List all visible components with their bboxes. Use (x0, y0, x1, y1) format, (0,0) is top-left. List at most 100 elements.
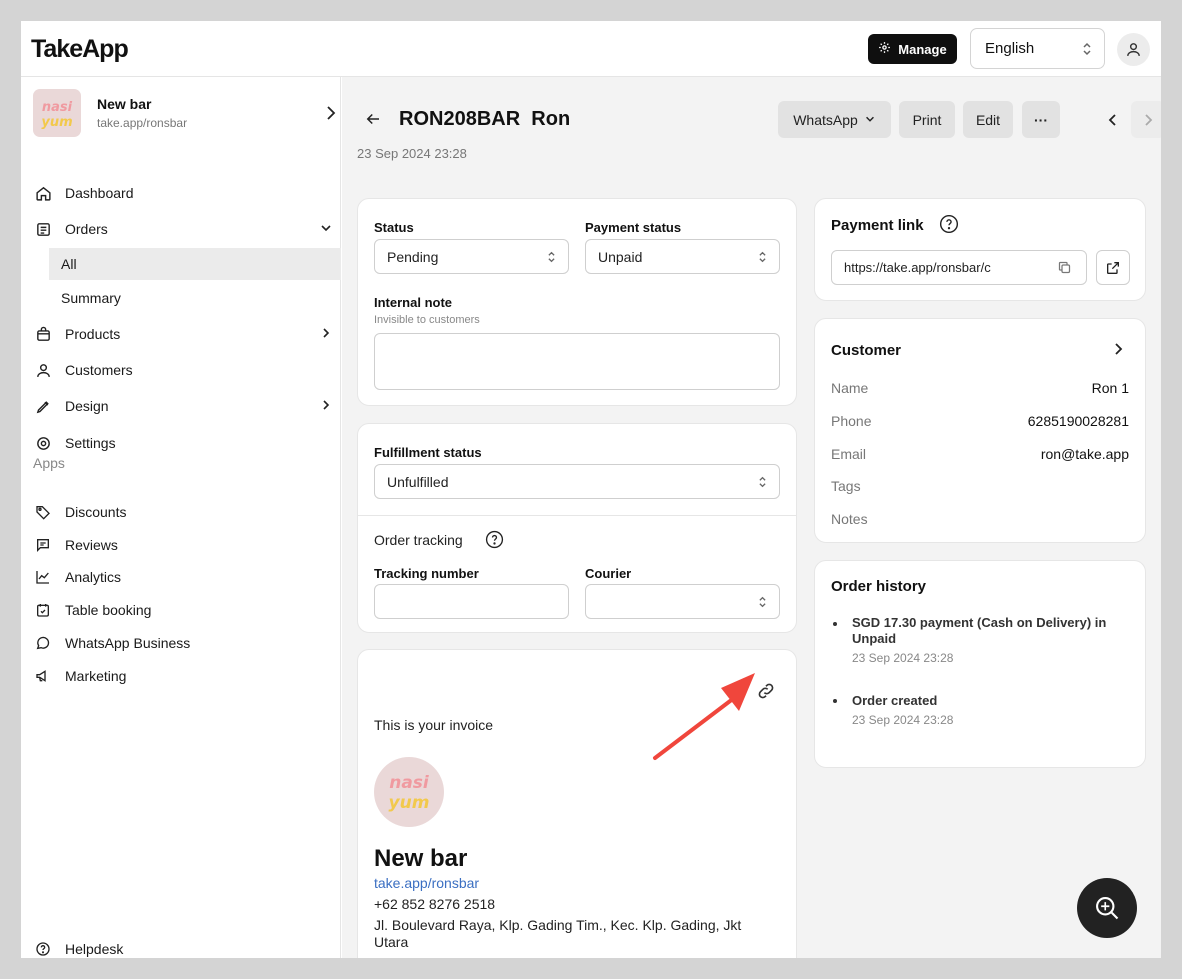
invoice-address: Jl. Boulevard Raya, Klp. Gading Tim., Ke… (374, 917, 742, 950)
sidebar-item-label: Table booking (65, 602, 152, 618)
fulfillment-status-select[interactable]: Unfulfilled (374, 464, 780, 499)
sidebar-item-settings[interactable]: Settings (33, 428, 333, 458)
calendar-icon (33, 600, 53, 620)
chevron-down-icon (864, 112, 876, 128)
sidebar-item-label: Dashboard (65, 185, 134, 201)
payment-status-select[interactable]: Unpaid (585, 239, 780, 274)
fulfillment-card: Fulfillment status Unfulfilled Order tra… (357, 423, 797, 633)
fulfillment-status-label: Fulfillment status (374, 445, 482, 460)
sidebar-item-orders[interactable]: Orders (33, 214, 333, 244)
language-value: English (985, 40, 1035, 57)
chevron-right-icon (1145, 113, 1153, 126)
main-content: RON208BAR Ron 23 Sep 2024 23:28 WhatsApp… (342, 77, 1161, 958)
print-button[interactable]: Print (899, 101, 955, 138)
edit-button[interactable]: Edit (963, 101, 1013, 138)
customer-email-label: Email (831, 446, 867, 462)
manage-button[interactable]: Manage (868, 34, 957, 64)
status-card: Status Pending Payment status Unpaid Int… (357, 198, 797, 406)
sidebar-item-products[interactable]: Products (33, 319, 333, 349)
language-select[interactable]: English (970, 28, 1105, 69)
internal-note-textarea[interactable] (374, 333, 780, 390)
sidebar-item-analytics[interactable]: Analytics (33, 562, 333, 592)
sidebar-item-customers[interactable]: Customers (33, 355, 333, 385)
sidebar-item-dashboard[interactable]: Dashboard (33, 178, 333, 208)
next-order-button[interactable] (1131, 101, 1161, 138)
customer-name-value: Ron 1 (1091, 380, 1129, 396)
help-icon (33, 939, 53, 958)
chevron-down-icon (319, 221, 333, 238)
copy-icon[interactable] (1057, 260, 1072, 278)
invoice-card: This is your invoice nasi yum New bar ta… (357, 649, 797, 958)
sidebar-item-label: Settings (65, 435, 116, 451)
print-label: Print (912, 111, 942, 128)
home-icon (33, 183, 53, 203)
manage-label: Manage (898, 41, 947, 57)
whatsapp-button[interactable]: WhatsApp (778, 101, 891, 138)
sidebar-subitem-label: All (61, 256, 77, 272)
status-select[interactable]: Pending (374, 239, 569, 274)
tracking-number-label: Tracking number (374, 566, 479, 581)
updown-chevron-icon (758, 595, 767, 612)
courier-select[interactable] (585, 584, 780, 619)
sparkle-search-icon (1096, 897, 1119, 920)
sidebar-item-label: Reviews (65, 537, 118, 553)
previous-order-button[interactable] (1096, 101, 1130, 138)
megaphone-icon (33, 666, 53, 686)
history-entry-date: 23 Sep 2024 23:28 (852, 651, 954, 665)
sidebar-item-table-booking[interactable]: Table booking (33, 595, 333, 625)
customer-title: Customer (831, 342, 902, 359)
chart-icon (33, 567, 53, 587)
open-link-button[interactable] (1096, 250, 1130, 285)
customer-notes-label: Notes (831, 511, 868, 527)
sidebar-item-label: Discounts (65, 504, 127, 520)
payment-status-label: Payment status (585, 220, 682, 235)
sidebar-item-marketing[interactable]: Marketing (33, 661, 333, 691)
order-history-title: Order history (831, 578, 927, 595)
sidebar-item-label: WhatsApp Business (65, 635, 191, 651)
back-arrow-icon[interactable] (364, 110, 382, 133)
invoice-store-url[interactable]: take.app/ronsbar (374, 875, 479, 891)
chevron-right-icon (325, 105, 337, 126)
app-logo[interactable]: TakeApp (31, 35, 129, 64)
payment-link-card: Payment link https://take.app/ronsbar/c (814, 198, 1146, 301)
store-url: take.app/ronsbar (97, 116, 188, 130)
gear-icon (33, 433, 53, 453)
store-name: New bar (97, 96, 152, 112)
more-options-button[interactable]: ··· (1022, 101, 1060, 138)
updown-chevron-icon (547, 250, 556, 267)
user-icon (1127, 43, 1140, 56)
svg-text:yum: yum (41, 115, 72, 130)
edit-label: Edit (975, 111, 1001, 128)
sidebar-subitem-all[interactable]: All (49, 248, 341, 280)
courier-label: Courier (585, 566, 632, 581)
internal-note-hint: Invisible to customers (374, 314, 480, 326)
chevron-right-icon[interactable] (1113, 342, 1123, 361)
sidebar-item-discounts[interactable]: Discounts (33, 497, 333, 527)
user-avatar[interactable] (1117, 33, 1150, 66)
help-icon[interactable] (485, 530, 504, 554)
user-icon (33, 360, 53, 380)
sidebar-item-reviews[interactable]: Reviews (33, 530, 333, 560)
payment-link-field[interactable]: https://take.app/ronsbar/c (831, 250, 1087, 285)
status-label: Status (374, 220, 414, 235)
sidebar-subitem-summary[interactable]: Summary (49, 282, 341, 314)
bag-icon (33, 324, 53, 344)
invoice-store-logo: nasi yum (374, 757, 444, 827)
link-icon[interactable] (756, 681, 776, 706)
tag-icon (33, 502, 53, 522)
invoice-phone: +62 852 8276 2518 (374, 896, 496, 912)
sidebar-item-design[interactable]: Design (33, 391, 333, 421)
customer-email-value: ron@take.app (1040, 446, 1129, 462)
tracking-number-input[interactable] (374, 584, 569, 619)
apps-section-label: Apps (33, 455, 65, 471)
sidebar-item-helpdesk[interactable]: Helpdesk (33, 934, 333, 958)
ai-search-button[interactable] (1077, 878, 1137, 938)
internal-note-label: Internal note (374, 295, 453, 310)
app-window: TakeApp Manage English nasi yum New bar … (21, 21, 1161, 958)
store-switcher[interactable]: nasi yum New bar take.app/ronsbar (33, 89, 336, 139)
help-icon[interactable] (939, 214, 959, 239)
sidebar-item-label: Helpdesk (65, 941, 124, 957)
sidebar-item-whatsapp-business[interactable]: WhatsApp Business (33, 628, 333, 658)
customer-phone-label: Phone (831, 413, 872, 429)
sidebar-item-label: Analytics (65, 569, 122, 585)
